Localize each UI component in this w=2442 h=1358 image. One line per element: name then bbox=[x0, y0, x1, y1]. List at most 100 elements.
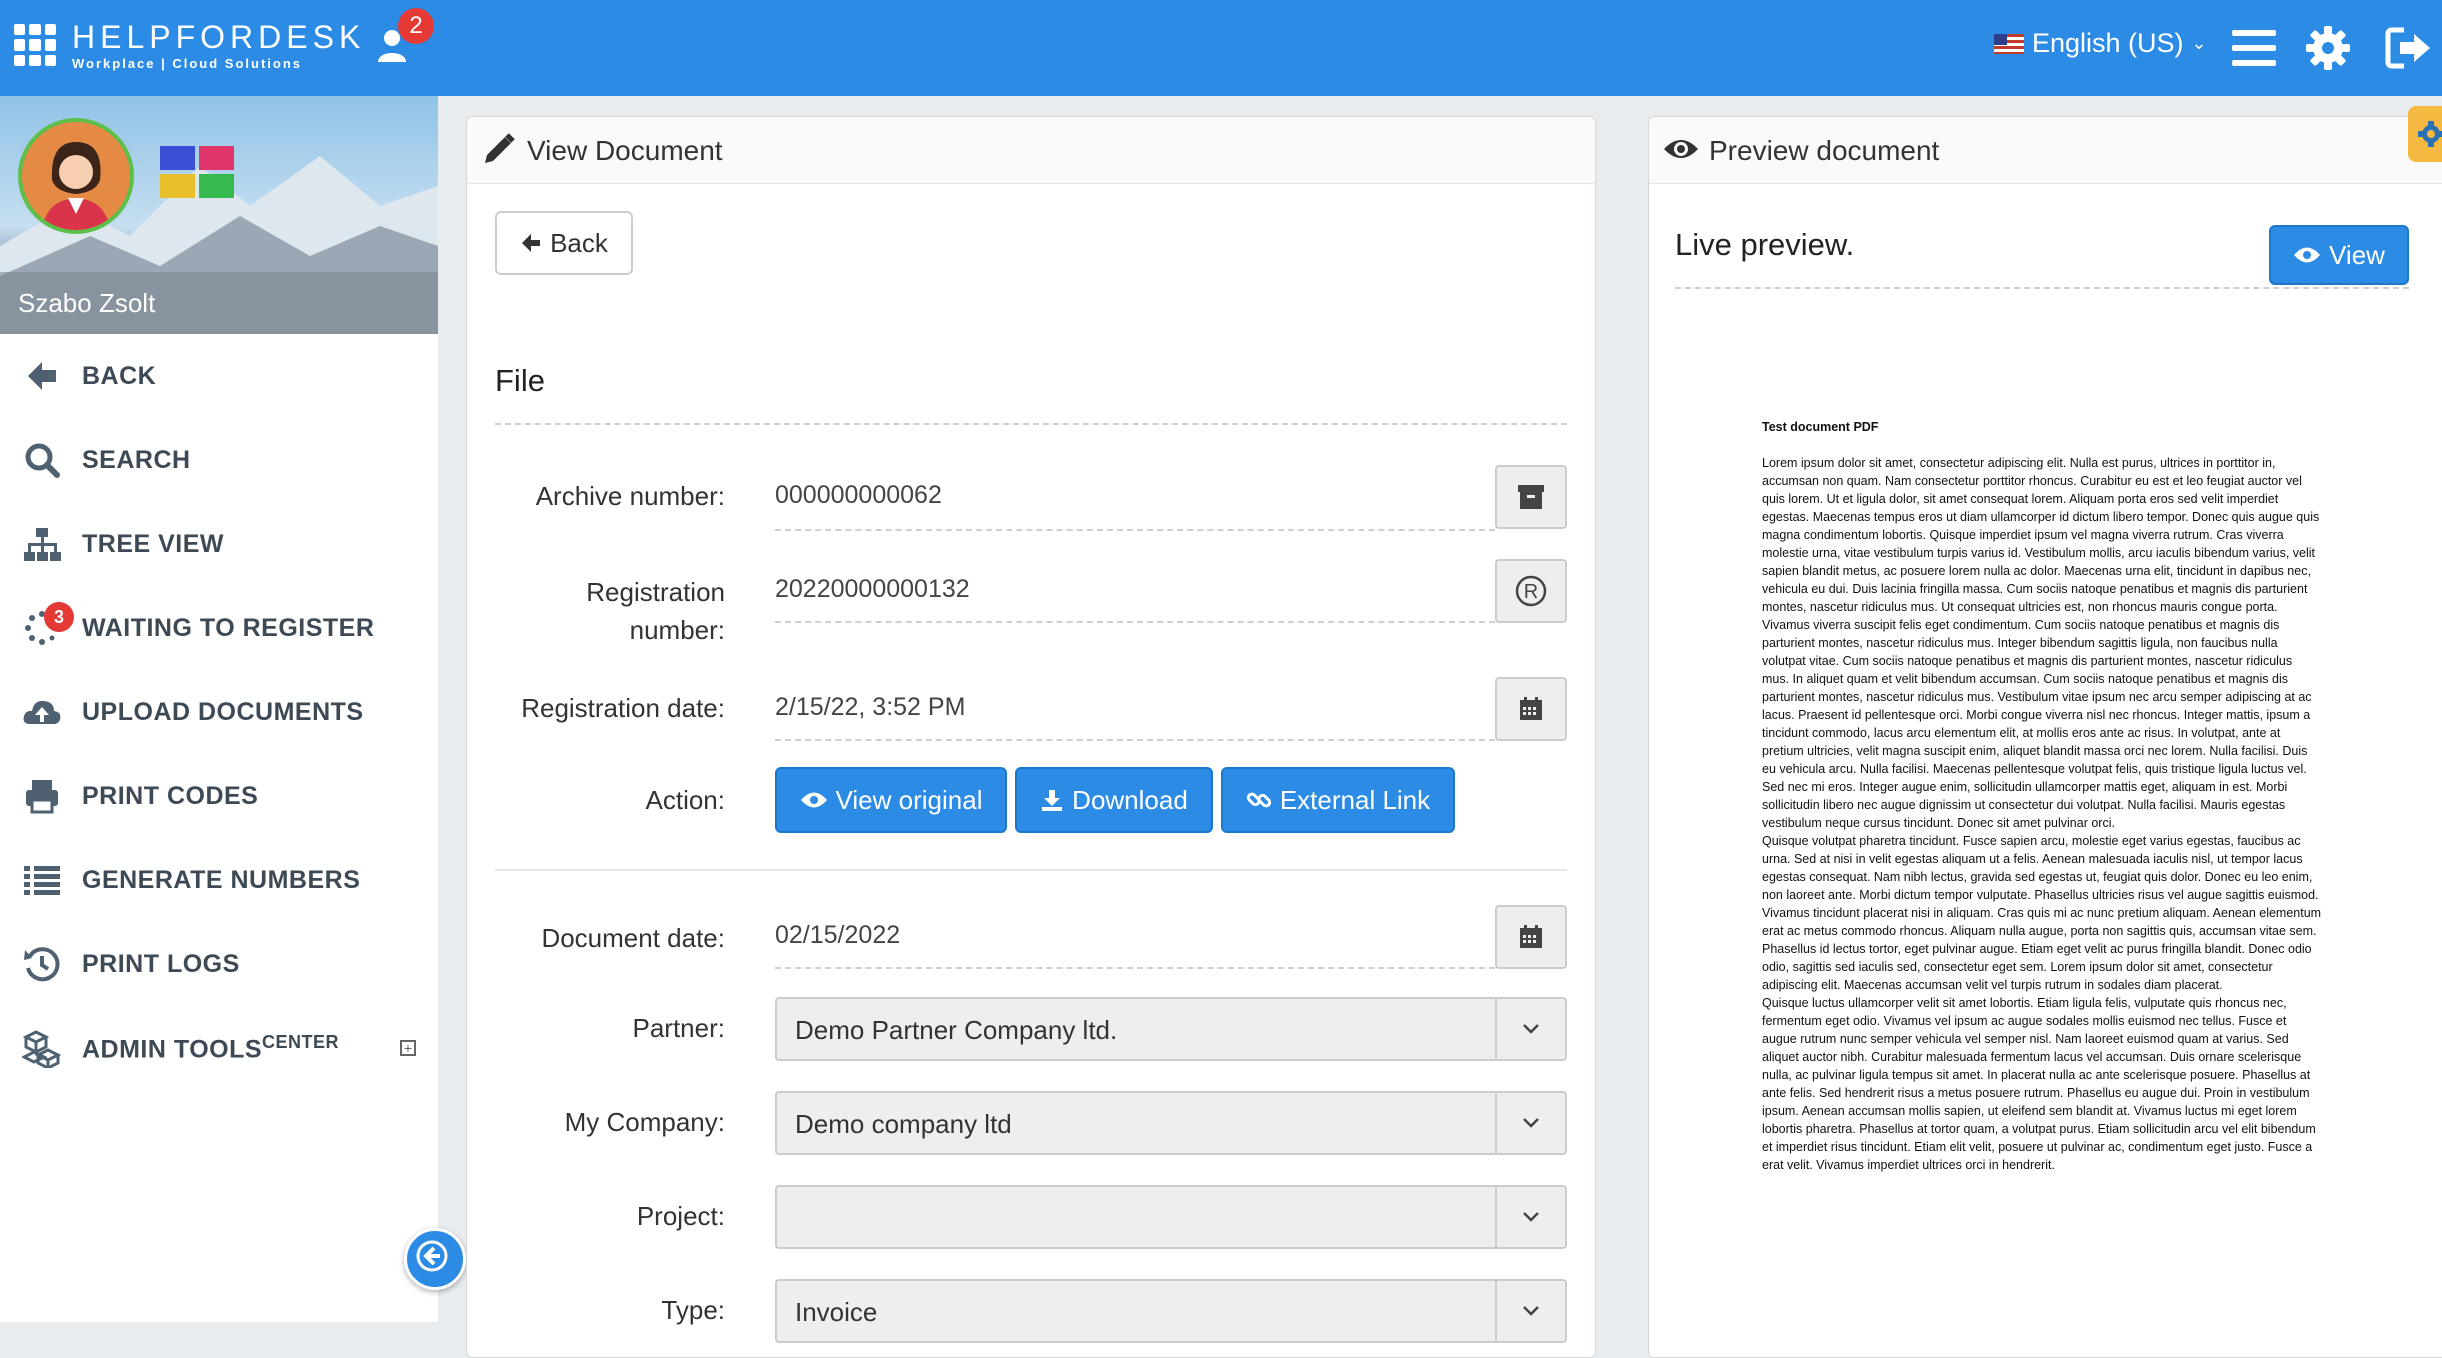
arrow-left-icon bbox=[28, 362, 56, 390]
panel-title: View Document bbox=[527, 135, 723, 166]
sidebar-item-label: BACK bbox=[82, 361, 157, 390]
sidebar-item-label: TREE VIEW bbox=[82, 529, 225, 558]
partner-select-value: Demo Partner Company ltd. bbox=[795, 1015, 1118, 1045]
sidebar-item-search[interactable]: SEARCH bbox=[0, 418, 438, 502]
registration-date-label: Registration date: bbox=[521, 693, 725, 723]
logout-icon[interactable] bbox=[2384, 24, 2432, 72]
sidebar-item-tree-view[interactable]: TREE VIEW bbox=[0, 502, 438, 586]
view-button-label: View bbox=[2329, 239, 2385, 270]
download-button[interactable]: Download bbox=[1015, 767, 1213, 833]
type-select-value: Invoice bbox=[795, 1297, 878, 1327]
sidebar-item-generate-numbers[interactable]: GENERATE NUMBERS bbox=[0, 838, 438, 922]
sidebar-item-label: ADMIN TOOLSCENTER bbox=[82, 1032, 339, 1064]
printer-icon bbox=[26, 780, 58, 814]
action-label: Action: bbox=[645, 785, 726, 815]
pdf-title: Test document PDF bbox=[1762, 420, 1879, 434]
user-notification-button[interactable]: 2 bbox=[376, 8, 434, 66]
back-button-label: Back bbox=[550, 227, 608, 258]
calendar-icon bbox=[1520, 697, 1542, 720]
sidebar-menu: BACK SEARCH TREE VIEW 3 WAITING TO REGIS… bbox=[0, 334, 438, 1090]
eye-icon bbox=[800, 792, 827, 808]
search-icon bbox=[25, 443, 60, 478]
language-label: English (US) bbox=[2032, 28, 2184, 58]
section-divider bbox=[495, 869, 1567, 871]
pdf-paragraph: Lorem ipsum dolor sit amet, consectetur … bbox=[1762, 456, 2320, 830]
sidebar-item-admin-tools[interactable]: ADMIN TOOLSCENTER + bbox=[0, 1006, 438, 1090]
download-icon bbox=[1042, 790, 1063, 811]
admin-tools-sup: CENTER bbox=[262, 1031, 340, 1052]
arrow-left-icon bbox=[522, 234, 541, 252]
external-link-label: External Link bbox=[1279, 784, 1431, 815]
calendar-icon bbox=[1520, 925, 1542, 948]
sidebar-item-label: UPLOAD DOCUMENTS bbox=[82, 697, 364, 726]
cubes-icon bbox=[22, 1030, 62, 1068]
preview-document-header: Preview document bbox=[1649, 117, 2442, 184]
sitemap-icon bbox=[24, 528, 61, 561]
eye-icon bbox=[2294, 247, 2321, 263]
view-document-header: View Document bbox=[467, 117, 1595, 184]
sidebar-item-waiting-to-register[interactable]: 3 WAITING TO REGISTER bbox=[0, 586, 438, 670]
username: Szabo Zsolt bbox=[0, 272, 438, 334]
chevron-down-icon bbox=[1495, 1187, 1565, 1247]
document-date-addon bbox=[1495, 905, 1567, 969]
expand-icon[interactable]: + bbox=[400, 1040, 416, 1056]
back-button[interactable]: Back bbox=[495, 211, 633, 275]
list-icon bbox=[24, 866, 60, 895]
field-underline bbox=[775, 529, 1495, 531]
link-icon bbox=[1246, 792, 1271, 808]
sidebar-item-upload-documents[interactable]: UPLOAD DOCUMENTS bbox=[0, 670, 438, 754]
collapse-sidebar-button[interactable] bbox=[404, 1228, 466, 1290]
archive-addon bbox=[1495, 465, 1567, 529]
chevron-down-icon bbox=[1495, 1093, 1565, 1153]
type-select[interactable]: Invoice bbox=[775, 1279, 1567, 1343]
my-company-select-value: Demo company ltd bbox=[795, 1109, 1012, 1139]
panel-title: Preview document bbox=[1709, 135, 1940, 166]
sidebar-item-label: PRINT CODES bbox=[82, 781, 259, 810]
sidebar-item-label: SEARCH bbox=[82, 445, 191, 474]
archive-box-icon bbox=[1518, 485, 1544, 509]
registration-addon: R bbox=[1495, 559, 1567, 623]
us-flag-icon bbox=[1994, 33, 2024, 54]
pencil-icon bbox=[485, 133, 515, 163]
settings-tab[interactable] bbox=[2408, 106, 2442, 162]
download-label: Download bbox=[1072, 784, 1188, 815]
partner-label: Partner: bbox=[632, 1013, 726, 1043]
menu-icon[interactable] bbox=[2230, 24, 2278, 72]
registration-date-value: 2/15/22, 3:52 PM bbox=[775, 693, 966, 721]
gear-icon bbox=[2418, 121, 2442, 147]
partner-select[interactable]: Demo Partner Company ltd. bbox=[775, 997, 1567, 1061]
section-title-file: File bbox=[495, 363, 545, 398]
history-icon bbox=[24, 947, 60, 982]
sidebar-item-label: PRINT LOGS bbox=[82, 949, 240, 978]
registration-label-line1: Registration bbox=[586, 577, 725, 607]
apps-grid-icon[interactable] bbox=[14, 24, 56, 66]
document-date-label: Document date: bbox=[541, 923, 725, 953]
sidebar-item-back[interactable]: BACK bbox=[0, 334, 438, 418]
document-date-value: 02/15/2022 bbox=[775, 921, 901, 949]
sidebar-item-print-codes[interactable]: PRINT CODES bbox=[0, 754, 438, 838]
eye-icon bbox=[1664, 140, 1698, 158]
sidebar-item-label: WAITING TO REGISTER bbox=[82, 613, 375, 642]
pdf-paragraph: Quisque luctus ullamcorper velit sit ame… bbox=[1762, 996, 2316, 1172]
cloud-upload-icon bbox=[23, 700, 61, 724]
language-selector[interactable]: English (US) ⌄ bbox=[1994, 28, 2207, 59]
my-company-select[interactable]: Demo company ltd bbox=[775, 1091, 1567, 1155]
external-link-button[interactable]: External Link bbox=[1221, 767, 1455, 833]
pdf-paragraph: Quisque volutpat pharetra tincidunt. Fus… bbox=[1762, 834, 2322, 992]
user-avatar[interactable] bbox=[18, 118, 134, 234]
project-select[interactable] bbox=[775, 1185, 1567, 1249]
archive-number-value: 000000000062 bbox=[775, 481, 942, 509]
archive-number-label: Archive number: bbox=[535, 481, 725, 511]
view-document-panel: View Document Back File Archive number: … bbox=[466, 116, 1596, 1358]
preview-view-button[interactable]: View bbox=[2269, 225, 2409, 285]
view-original-button[interactable]: View original bbox=[775, 767, 1007, 833]
svg-text:R: R bbox=[1524, 581, 1538, 603]
pdf-preview-document: Test document PDF Lorem ipsum dolor sit … bbox=[1762, 418, 2322, 1174]
gear-icon[interactable] bbox=[2304, 24, 2352, 72]
profile-card: Szabo Zsolt bbox=[0, 96, 438, 334]
brand-logo[interactable]: HELPFORDESK Workplace | Cloud Solutions bbox=[72, 20, 365, 71]
sidebar-item-print-logs[interactable]: PRINT LOGS bbox=[0, 922, 438, 1006]
type-label: Type: bbox=[661, 1295, 725, 1325]
registration-label-line2: number: bbox=[629, 615, 725, 645]
chevron-down-icon bbox=[1495, 999, 1565, 1059]
